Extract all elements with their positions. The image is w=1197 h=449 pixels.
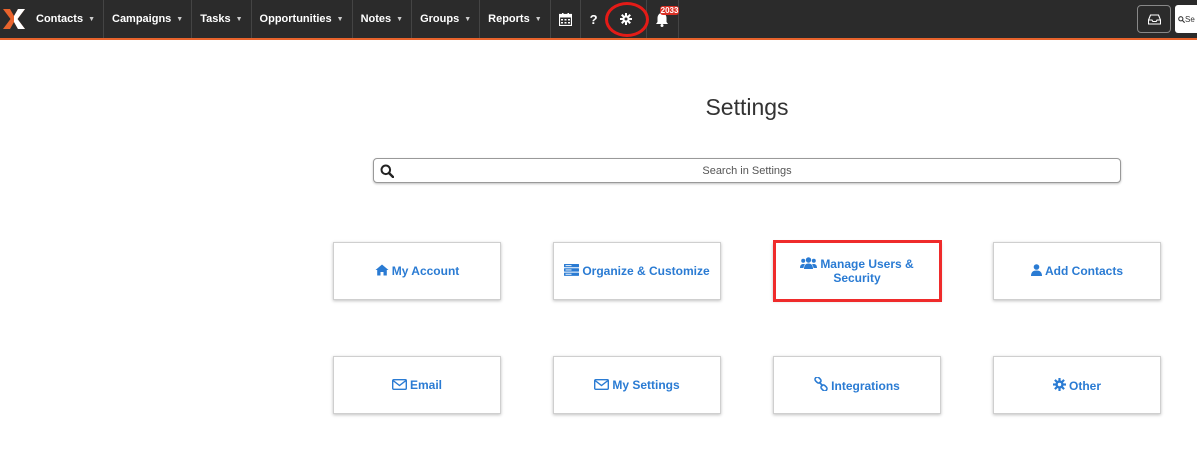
home-icon [375, 264, 389, 276]
card-label: Integrations [831, 379, 900, 393]
card-label: Organize & Customize [582, 264, 710, 278]
card-email[interactable]: Email [333, 356, 501, 414]
search-icon [1178, 15, 1185, 23]
search-icon [380, 164, 394, 178]
nav-groups-label: Groups [420, 13, 460, 25]
app-logo[interactable] [0, 0, 28, 38]
nav-opportunities-label: Opportunities [259, 13, 332, 25]
calendar-button[interactable] [551, 0, 581, 38]
card-organize-customize-content: Organize & Customize [564, 264, 710, 278]
card-my-account[interactable]: My Account [333, 242, 501, 300]
card-label: Email [409, 378, 442, 392]
card-my-settings[interactable]: My Settings [553, 356, 721, 414]
caret-down-icon: ▼ [534, 15, 542, 23]
nav-opportunities[interactable]: Opportunities ▼ [252, 0, 353, 38]
card-my-account-content: My Account [375, 264, 460, 278]
nav-groups[interactable]: Groups ▼ [412, 0, 481, 38]
nav-reports-label: Reports [488, 13, 530, 25]
caret-down-icon: ▼ [464, 15, 472, 23]
nav-notes[interactable]: Notes ▼ [353, 0, 413, 38]
gear-icon [620, 13, 633, 25]
settings-button[interactable] [604, 0, 649, 38]
calendar-icon [558, 12, 572, 26]
card-label: My Settings [612, 378, 680, 392]
inbox-icon [1147, 13, 1161, 25]
page-title: Settings [705, 94, 789, 120]
settings-search-box [373, 158, 1121, 183]
page-title-wrap: Settings [0, 94, 1197, 121]
inbox-button[interactable] [1137, 5, 1171, 33]
caret-down-icon: ▼ [235, 15, 243, 23]
caret-down-icon: ▼ [88, 15, 95, 23]
user-icon [1031, 264, 1042, 276]
global-search-input[interactable]: Se [1175, 5, 1197, 33]
card-my-settings-content: My Settings [594, 378, 680, 392]
envelope-icon [391, 379, 407, 390]
envelope-icon [594, 379, 610, 390]
logo-icon [3, 9, 25, 29]
question-icon: ? [589, 11, 598, 27]
card-organize-customize[interactable]: Organize & Customize [553, 242, 721, 300]
nav-reports[interactable]: Reports ▼ [480, 0, 551, 38]
card-manage-users-security-content: Manage Users & Security [784, 257, 930, 285]
caret-down-icon: ▼ [336, 15, 344, 23]
card-label: Other [1068, 378, 1101, 393]
top-nav-bar: Contacts ▼ Campaigns ▼ Tasks ▼ Opportunitie… [0, 0, 1197, 40]
caret-down-icon: ▼ [396, 15, 404, 23]
nav-contacts-label: Contacts [36, 13, 84, 25]
card-manage-users-security[interactable]: Manage Users & Security [773, 242, 941, 300]
nav-campaigns[interactable]: Campaigns ▼ [104, 0, 193, 38]
gear-icon [1052, 377, 1066, 391]
nav-contacts[interactable]: Contacts ▼ [28, 0, 104, 38]
card-label: Manage Users & Security [820, 257, 914, 285]
link-icon [814, 377, 828, 391]
card-label: Add Contacts [1045, 264, 1123, 278]
card-add-contacts[interactable]: Add Contacts [993, 242, 1161, 300]
server-icon [564, 264, 580, 276]
notification-count-badge: 2033 [659, 6, 680, 15]
card-email-content: Email [391, 378, 442, 392]
settings-search-input[interactable] [374, 159, 1120, 182]
card-add-contacts-content: Add Contacts [1031, 264, 1123, 278]
global-search-placeholder: Se [1185, 14, 1195, 24]
help-button[interactable]: ? [581, 0, 607, 38]
card-label: My Account [391, 264, 460, 278]
card-integrations[interactable]: Integrations [773, 356, 941, 414]
card-integrations-content: Integrations [814, 377, 900, 393]
nav-tasks-label: Tasks [200, 13, 231, 25]
card-other[interactable]: Other [993, 356, 1161, 414]
users-icon [800, 257, 818, 269]
caret-down-icon: ▼ [176, 15, 184, 23]
nav-notes-label: Notes [360, 13, 392, 25]
notifications-button[interactable]: 2033 [647, 0, 680, 38]
nav-campaigns-label: Campaigns [112, 13, 172, 25]
nav-right-area: Se [1137, 0, 1197, 38]
nav-tasks[interactable]: Tasks ▼ [192, 0, 252, 38]
card-other-content: Other [1052, 377, 1101, 393]
